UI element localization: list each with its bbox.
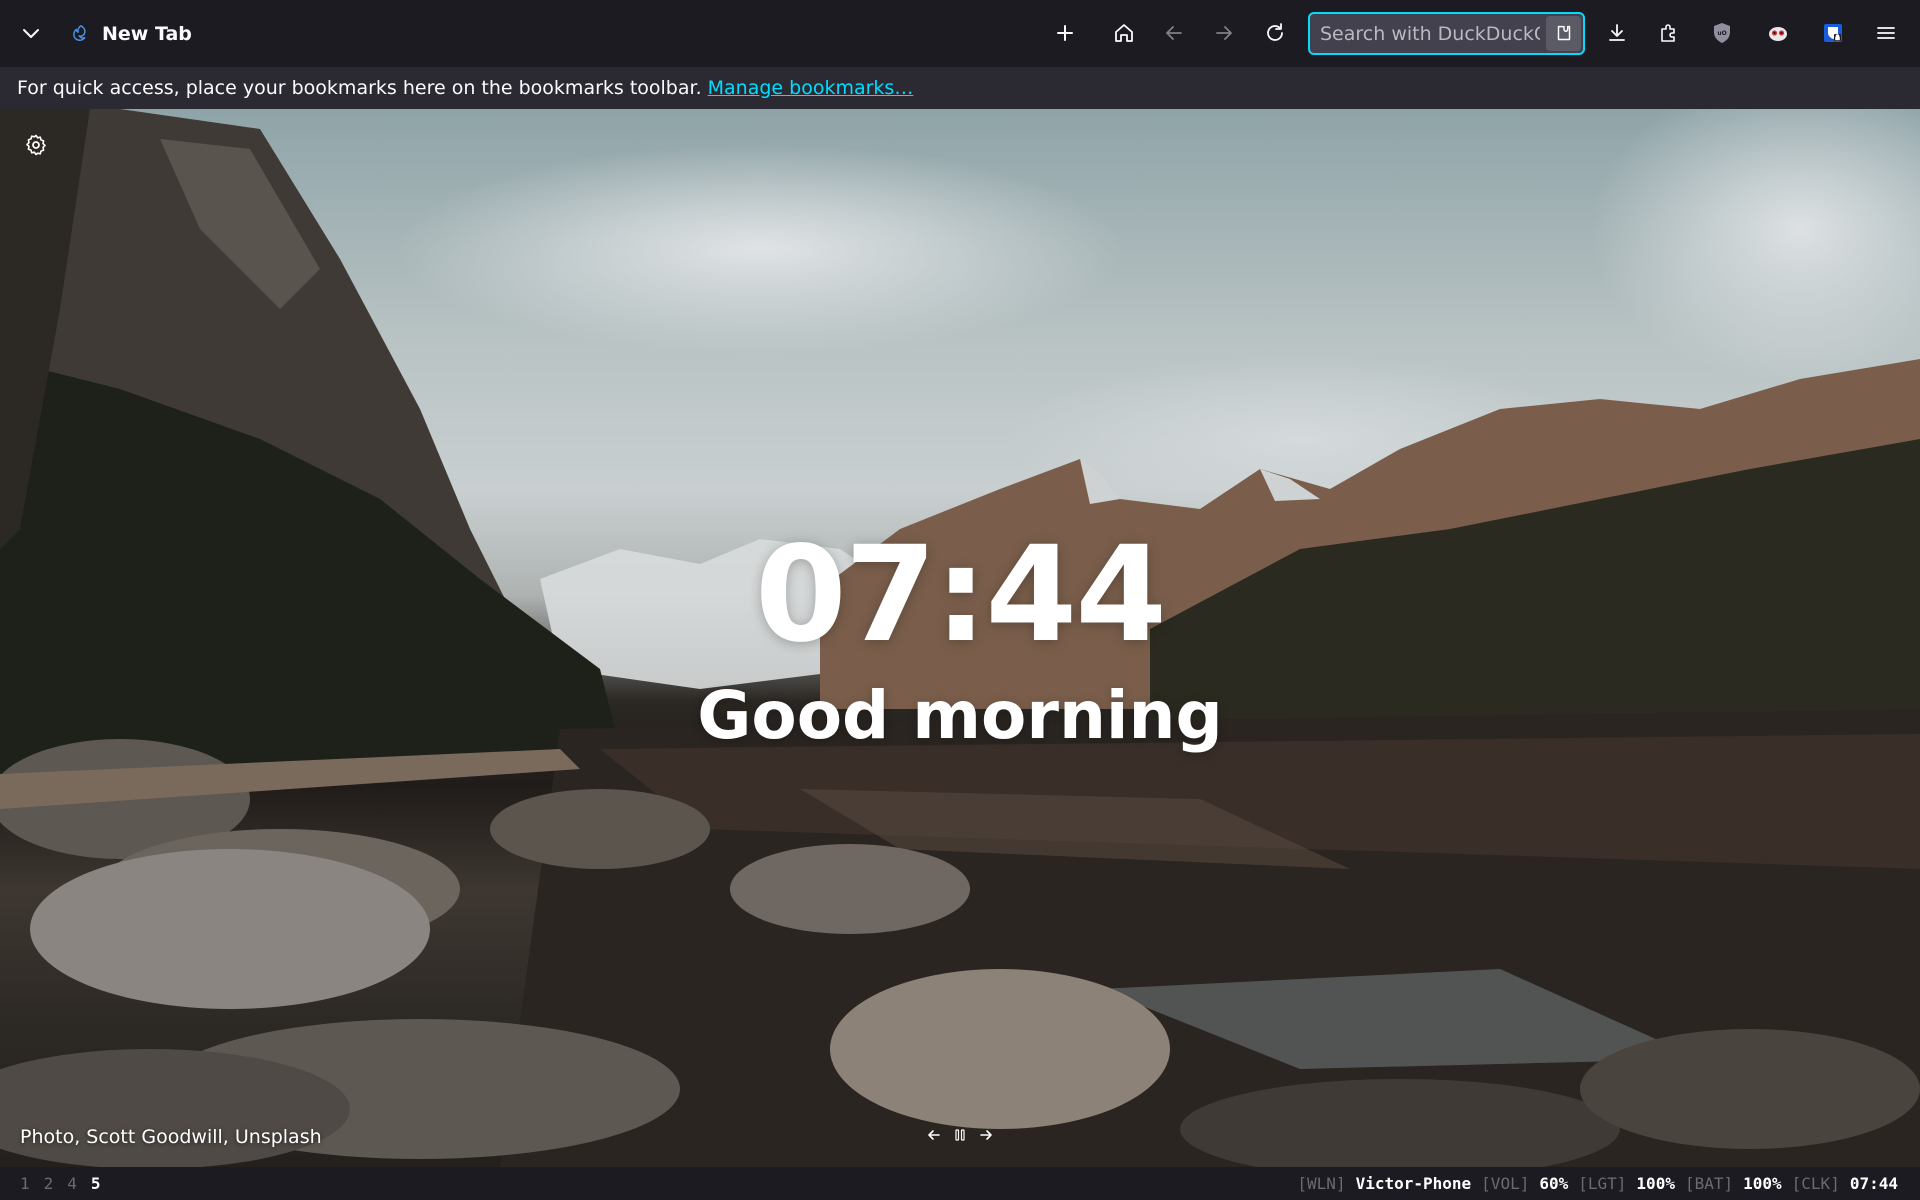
back-arrow-icon: [1166, 26, 1182, 40]
battery-value: 100%: [1743, 1174, 1782, 1193]
url-bar[interactable]: [1308, 12, 1585, 55]
download-icon: [1609, 24, 1625, 41]
status-indicators: [WLN] Victor-Phone [VOL] 60% [LGT] 100% …: [1297, 1174, 1898, 1193]
reload-icon: [1267, 23, 1283, 41]
clock-tag: [CLK]: [1791, 1174, 1840, 1193]
privacy-badger-button[interactable]: [1758, 13, 1798, 53]
volume-tag: [VOL]: [1481, 1174, 1530, 1193]
ublock-icon: uO: [1714, 23, 1730, 43]
workspace-1[interactable]: 1: [20, 1174, 30, 1193]
forward-button[interactable]: [1204, 13, 1244, 53]
photo-controls: [924, 1125, 996, 1145]
firefox-icon: [73, 25, 86, 41]
credit-author-link[interactable]: Scott Goodwill: [86, 1126, 222, 1148]
brightness-value: 100%: [1636, 1174, 1675, 1193]
gear-icon: [26, 134, 46, 156]
previous-photo-button[interactable]: [924, 1125, 944, 1145]
settings-button[interactable]: [22, 131, 50, 159]
new-tab-page: 07:44 Good morning Photo, Scott Goodwill…: [0, 109, 1920, 1167]
svg-text:uO: uO: [1717, 30, 1726, 37]
system-status-bar: 1 2 4 5 [WLN] Victor-Phone [VOL] 60% [LG…: [0, 1167, 1920, 1200]
browser-toolbar: New Tab uO: [0, 0, 1920, 67]
manage-bookmarks-link[interactable]: Manage bookmarks…: [708, 77, 914, 99]
privacy-badger-icon: [1769, 27, 1787, 41]
workspace-4[interactable]: 4: [67, 1174, 77, 1193]
workspace-5[interactable]: 5: [91, 1174, 101, 1193]
tab-title: New Tab: [102, 23, 192, 45]
photo-credit: Photo, Scott Goodwill, Unsplash: [20, 1126, 322, 1148]
pause-icon: [955, 1129, 965, 1141]
extension-icon: [1557, 25, 1570, 40]
downloads-button[interactable]: [1597, 13, 1637, 53]
new-tab-button[interactable]: [1045, 13, 1085, 53]
forward-arrow-icon: [1216, 26, 1232, 40]
urlbar-extension-button[interactable]: [1546, 16, 1581, 51]
puzzle-icon: [1661, 24, 1675, 42]
plus-icon: [1057, 25, 1073, 41]
ublock-button[interactable]: uO: [1702, 13, 1742, 53]
credit-source-link[interactable]: Unsplash: [235, 1126, 322, 1148]
wifi-network: Victor-Phone: [1355, 1174, 1472, 1193]
battery-tag: [BAT]: [1684, 1174, 1734, 1193]
app-menu-button[interactable]: [1866, 13, 1906, 53]
clock-time: 07:44: [754, 518, 1167, 672]
arrow-right-icon: [980, 1130, 992, 1140]
home-button[interactable]: [1104, 13, 1144, 53]
workspace-list: 1 2 4 5: [20, 1174, 101, 1193]
home-icon: [1115, 24, 1133, 42]
bookmarks-empty-message: For quick access, place your bookmarks h…: [17, 77, 702, 99]
extensions-button[interactable]: [1649, 13, 1689, 53]
back-button[interactable]: [1154, 13, 1194, 53]
bitwarden-icon: [1824, 24, 1842, 42]
reload-button[interactable]: [1255, 13, 1295, 53]
hamburger-menu-icon: [1877, 27, 1895, 39]
tab-new-tab[interactable]: New Tab: [64, 14, 264, 54]
volume-value: 60%: [1539, 1174, 1569, 1193]
bookmarks-toolbar: For quick access, place your bookmarks h…: [0, 67, 1920, 109]
greeting-text: Good morning: [697, 677, 1223, 754]
arrow-left-icon: [928, 1130, 940, 1140]
pause-photo-button[interactable]: [950, 1125, 970, 1145]
chevron-down-icon: [23, 29, 39, 38]
credit-type: Photo: [20, 1126, 75, 1148]
bitwarden-button[interactable]: [1813, 13, 1853, 53]
status-clock: 07:44: [1849, 1174, 1898, 1193]
wifi-tag: [WLN]: [1297, 1174, 1346, 1193]
next-photo-button[interactable]: [976, 1125, 996, 1145]
brightness-tag: [LGT]: [1578, 1174, 1627, 1193]
list-all-tabs-button[interactable]: [11, 13, 51, 53]
search-input[interactable]: [1320, 22, 1540, 45]
workspace-2[interactable]: 2: [44, 1174, 54, 1193]
